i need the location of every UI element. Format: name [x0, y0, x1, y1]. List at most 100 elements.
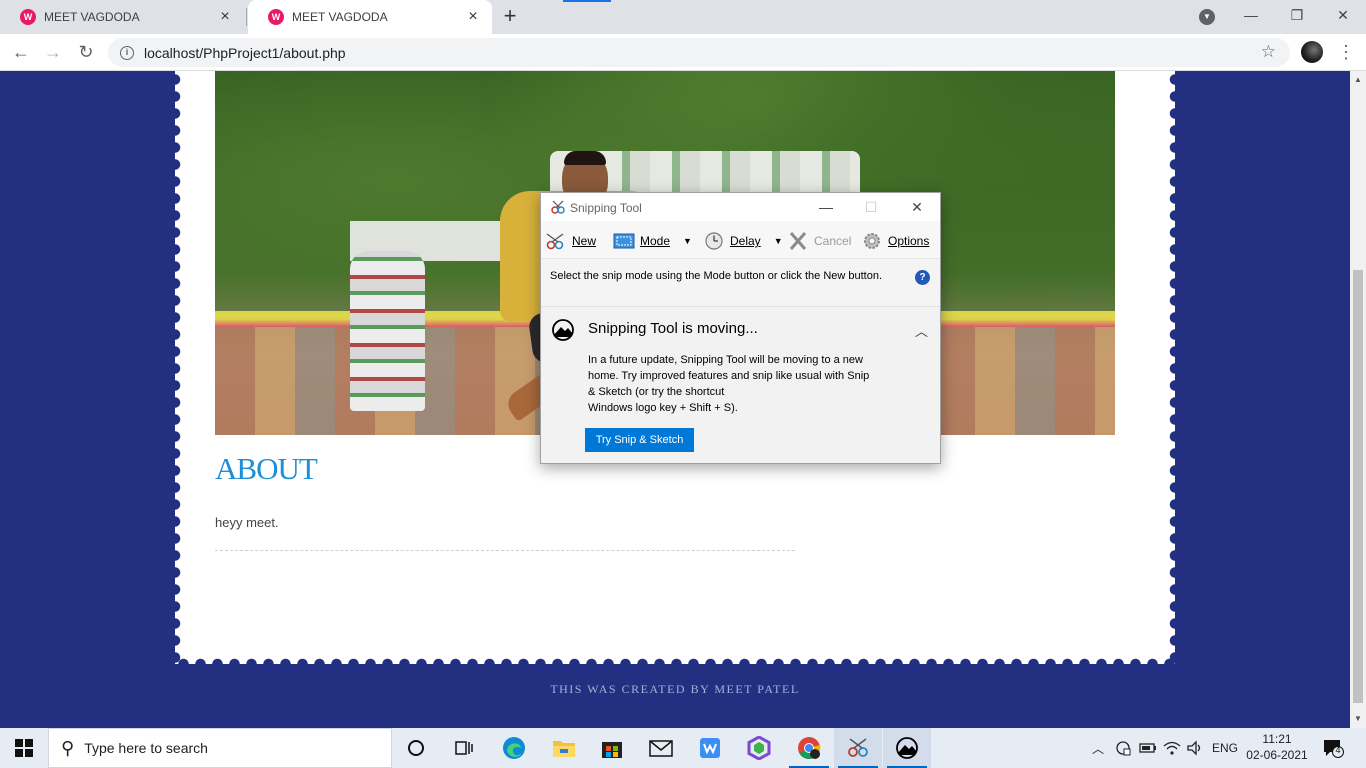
start-button[interactable]	[0, 728, 48, 768]
close-window-button[interactable]: ✕	[1320, 0, 1366, 34]
scrollbar-thumb[interactable]	[1353, 270, 1363, 703]
footer-credit: THIS WAS CREATED BY MEET PATEL	[550, 682, 800, 696]
tab-close-icon[interactable]: ×	[464, 8, 482, 26]
action-center-icon[interactable]: 4	[1322, 738, 1344, 758]
restore-button[interactable]: ❐	[1274, 0, 1320, 34]
notice-body: In a future update, Snipping Tool will b…	[588, 352, 906, 416]
snip-maximize-button[interactable]: ☐	[857, 196, 885, 218]
battery-icon[interactable]	[1139, 728, 1157, 768]
snip-sketch-taskbar-icon[interactable]	[883, 728, 931, 768]
delay-button[interactable]: Delay ▼	[703, 230, 783, 252]
tab-title: MEET VAGDODA	[292, 10, 388, 24]
scroll-down-arrow-icon[interactable]: ▼	[1354, 714, 1362, 723]
clock-time: 11:21	[1262, 732, 1292, 746]
wps-icon[interactable]	[686, 728, 734, 768]
tab-title: MEET VAGDODA	[44, 10, 140, 24]
snipping-tool-title: Snipping Tool	[570, 201, 642, 215]
tab-drag-indicator	[563, 0, 611, 2]
about-heading: ABOUT	[215, 451, 318, 486]
url-text: localhost/PhpProject1/about.php	[144, 44, 346, 61]
notice-line: home. Try improved features and snip lik…	[588, 370, 870, 382]
wamp-favicon-icon: W	[268, 9, 284, 25]
scissors-icon	[546, 233, 564, 250]
snipping-tool-logo-icon	[551, 200, 565, 214]
system-clock[interactable]: 11:21 02-06-2021	[1244, 731, 1310, 763]
forward-arrow-icon[interactable]: →	[41, 40, 65, 64]
browser-tabstrip: W MEET VAGDODA × W MEET VAGDODA × + ▼ — …	[0, 0, 1366, 34]
new-tab-button[interactable]: +	[498, 4, 522, 28]
options-button[interactable]: Options	[861, 230, 929, 252]
person-hair	[564, 151, 606, 165]
bench-leg	[350, 251, 425, 411]
rectangle-mode-icon	[613, 233, 635, 249]
cancel-button[interactable]: Cancel	[787, 230, 851, 252]
notice-line: Windows logo key + Shift + S).	[588, 402, 738, 414]
dashed-divider	[215, 550, 795, 551]
scroll-up-arrow-icon[interactable]: ▲	[1354, 75, 1362, 84]
tab-divider	[246, 8, 247, 26]
gear-icon	[864, 233, 880, 249]
wifi-icon[interactable]	[1163, 728, 1181, 768]
stamp-edge-bottom	[175, 658, 1175, 670]
windows-logo-icon	[15, 739, 33, 757]
windows-taskbar: ⚲ Type here to search ︿ ENG 11:21 02-06-…	[0, 728, 1366, 768]
show-hidden-icons-chevron[interactable]: ︿	[1092, 728, 1104, 768]
tab-search-icon[interactable]: ▼	[1199, 9, 1215, 25]
snipping-tool-toolbar: New Mode ▼ Delay ▼ Cancel Options	[541, 221, 940, 259]
volume-icon[interactable]	[1186, 728, 1204, 768]
clock-date: 02-06-2021	[1246, 748, 1308, 762]
stamp-edge-left	[169, 71, 181, 664]
delay-dropdown-icon[interactable]: ▼	[774, 236, 783, 246]
language-indicator[interactable]: ENG	[1212, 728, 1238, 768]
mode-dropdown-icon[interactable]: ▼	[683, 236, 692, 246]
page-scrollbar[interactable]: ▲ ▼	[1350, 71, 1366, 728]
snip-instructions-panel: Select the snip mode using the Mode butt…	[541, 259, 940, 307]
notice-line: In a future update, Snipping Tool will b…	[588, 354, 863, 366]
site-info-icon[interactable]: i	[120, 45, 134, 60]
collapse-chevron-icon[interactable]: ︿	[915, 321, 928, 340]
address-bar[interactable]: i localhost/PhpProject1/about.php ☆	[108, 38, 1290, 67]
mode-label: Mode	[640, 234, 671, 248]
network-location-icon[interactable]	[1114, 728, 1132, 768]
mail-icon[interactable]	[637, 728, 685, 768]
cancel-x-icon	[789, 232, 807, 250]
back-arrow-icon[interactable]: ←	[9, 40, 33, 64]
stamp-edge-right	[1169, 71, 1181, 664]
file-explorer-icon[interactable]	[540, 728, 588, 768]
wamp-favicon-icon: W	[20, 9, 36, 25]
reload-icon[interactable]: ↻	[74, 40, 98, 64]
snipping-tool-taskbar-icon[interactable]	[834, 728, 882, 768]
snipping-tool-window: Snipping Tool — ☐ ✕ New Mode ▼ Delay ▼ C…	[540, 192, 941, 464]
snip-close-button[interactable]: ✕	[903, 196, 931, 218]
snip-instructions-text: Select the snip mode using the Mode butt…	[550, 270, 883, 282]
new-label: New	[572, 234, 597, 248]
options-label: Options	[888, 234, 930, 248]
try-snip-sketch-button[interactable]: Try Snip & Sketch	[585, 428, 694, 452]
browser-menu-icon[interactable]: ⋮	[1337, 40, 1355, 64]
about-text: heyy meet.	[215, 515, 279, 530]
snipping-tool-titlebar[interactable]: Snipping Tool — ☐ ✕	[541, 193, 940, 221]
search-placeholder: Type here to search	[84, 740, 208, 756]
tab-meet-vagdoda-1[interactable]: W MEET VAGDODA ×	[0, 0, 244, 34]
edge-icon[interactable]	[490, 728, 538, 768]
notice-heading: Snipping Tool is moving...	[588, 320, 758, 337]
tab-close-icon[interactable]: ×	[216, 8, 234, 26]
nodejs-icon[interactable]	[735, 728, 783, 768]
chrome-icon[interactable]	[785, 728, 833, 768]
cancel-label: Cancel	[814, 234, 852, 248]
minimize-button[interactable]: —	[1228, 0, 1274, 34]
bookmark-star-icon[interactable]: ☆	[1261, 42, 1276, 62]
moving-notice-panel: Snipping Tool is moving... ︿ In a future…	[541, 307, 940, 463]
task-view-icon[interactable]	[440, 728, 488, 768]
mode-button[interactable]: Mode ▼	[613, 230, 692, 252]
clock-icon	[705, 232, 723, 250]
new-snip-button[interactable]: New	[545, 230, 596, 252]
snip-sketch-icon	[552, 319, 574, 341]
help-icon[interactable]: ?	[915, 270, 930, 285]
store-icon[interactable]	[588, 728, 636, 768]
tab-meet-vagdoda-2[interactable]: W MEET VAGDODA ×	[248, 0, 492, 34]
taskbar-search-box[interactable]: ⚲ Type here to search	[48, 728, 392, 768]
cortana-icon[interactable]	[392, 728, 440, 768]
snip-minimize-button[interactable]: —	[812, 196, 840, 218]
profile-avatar[interactable]	[1301, 41, 1323, 63]
